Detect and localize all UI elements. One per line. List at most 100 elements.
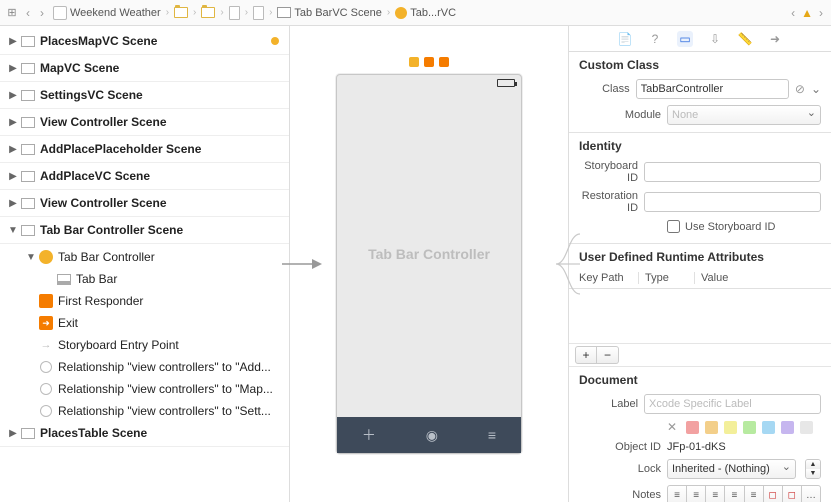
outline-row[interactable]: First Responder	[0, 290, 289, 312]
jump-next-button[interactable]: ›	[815, 6, 827, 20]
breadcrumb-item[interactable]	[198, 5, 218, 20]
object-id-value: JFp-01-dKS	[667, 441, 726, 453]
outline-row[interactable]: Relationship "view controllers" to "Sett…	[0, 400, 289, 422]
warning-icon[interactable]: ▲	[801, 6, 813, 20]
class-label: Class	[579, 83, 630, 95]
outline-row[interactable]: ▶AddPlaceVC Scene	[0, 165, 289, 187]
runtime-attrs-header: User Defined Runtime Attributes	[569, 243, 831, 268]
color-swatch[interactable]	[705, 421, 718, 434]
help-inspector-tab[interactable]: ?	[647, 31, 663, 47]
restoration-id-field[interactable]	[644, 192, 821, 212]
color-swatch[interactable]	[800, 421, 813, 434]
outline-row[interactable]: ▶AddPlacePlaceholder Scene	[0, 138, 289, 160]
vc-placeholder-title: Tab Bar Controller	[368, 246, 490, 262]
runtime-attrs-table-header: Key Path Type Value	[569, 268, 831, 289]
outline-row[interactable]: ▼Tab Bar Controller	[0, 246, 289, 268]
file-inspector-tab[interactable]: 📄	[617, 31, 633, 47]
identity-inspector-tab[interactable]: ▭	[677, 31, 693, 47]
class-dropdown-icon[interactable]: ⌄	[811, 82, 821, 96]
breadcrumb-item[interactable]	[250, 4, 267, 22]
tab-item-globe[interactable]: ◉	[426, 427, 438, 444]
notes-opt-b-button[interactable]: ◻	[783, 485, 802, 502]
storyboard-canvas[interactable]: Tab Bar Controller ＋ ◉ ≡	[290, 26, 569, 502]
outline-row[interactable]: ▶PlacesTable Scene	[0, 422, 289, 444]
disclosure-triangle-icon[interactable]: ▶	[6, 144, 20, 155]
breadcrumb-item[interactable]	[171, 5, 191, 20]
outline-row[interactable]: ▶View Controller Scene	[0, 192, 289, 214]
connections-inspector-tab[interactable]: ➜	[767, 31, 783, 47]
outline-row[interactable]: Exit	[0, 312, 289, 334]
storyboard-id-label: Storyboard ID	[579, 160, 638, 184]
outline-row[interactable]: Tab Bar	[0, 268, 289, 290]
disclosure-triangle-icon[interactable]: ▶	[6, 90, 20, 101]
color-swatch[interactable]	[762, 421, 775, 434]
color-swatch[interactable]	[781, 421, 794, 434]
use-storyboard-id-checkbox[interactable]	[667, 220, 680, 233]
tab-bar[interactable]: ＋ ◉ ≡	[337, 417, 521, 453]
notes-opt-a-button[interactable]: ◻	[764, 485, 783, 502]
lock-stepper[interactable]: ▲▼	[805, 459, 821, 479]
disclosure-triangle-icon[interactable]: ▶	[6, 198, 20, 209]
notes-align-segmented[interactable]: ≡ ≡ ≡ ≡ ≡ ◻ ◻ …	[667, 485, 821, 502]
notes-more-button[interactable]: …	[802, 485, 821, 502]
breadcrumb-separator-icon: ›	[387, 7, 390, 18]
outline-row[interactable]: ▶MapVC Scene	[0, 57, 289, 79]
outline-row[interactable]: ▶View Controller Scene	[0, 111, 289, 133]
status-bar	[337, 75, 521, 91]
class-field[interactable]	[636, 79, 789, 99]
tab-item-add[interactable]: ＋	[362, 425, 376, 445]
breadcrumb-item[interactable]	[226, 4, 243, 22]
outline-row[interactable]: ▼Tab Bar Controller Scene	[0, 219, 289, 241]
nav-back-button[interactable]: ‹	[22, 6, 34, 20]
breadcrumb-item[interactable]: Tab BarVC Scene	[274, 5, 384, 21]
breadcrumb-item[interactable]: Weekend Weather	[50, 4, 164, 22]
outline-row[interactable]: →Storyboard Entry Point	[0, 334, 289, 356]
notes-label: Notes	[579, 489, 661, 501]
align-left-button[interactable]: ≡	[667, 485, 687, 502]
doc-label-field[interactable]	[644, 394, 821, 414]
remove-runtime-attr-button[interactable]: −	[597, 346, 619, 364]
battery-icon	[497, 79, 515, 87]
object-id-label: Object ID	[579, 441, 661, 453]
size-inspector-tab[interactable]: 📏	[737, 31, 753, 47]
disclosure-triangle-icon[interactable]: ▶	[6, 36, 20, 47]
lock-select[interactable]: Inherited - (Nothing)	[667, 459, 796, 479]
disclosure-triangle-icon[interactable]: ▼	[6, 225, 20, 236]
class-clear-icon[interactable]: ⊘	[795, 82, 805, 96]
add-runtime-attr-button[interactable]: +	[575, 346, 597, 364]
device-preview[interactable]: Tab Bar Controller ＋ ◉ ≡	[336, 74, 522, 454]
list-button[interactable]: ≡	[745, 485, 764, 502]
runtime-attrs-table[interactable]	[569, 289, 831, 343]
disclosure-triangle-icon[interactable]: ▼	[24, 252, 38, 263]
storyboard-id-field[interactable]	[644, 162, 821, 182]
color-swatch[interactable]	[686, 421, 699, 434]
nav-forward-button[interactable]: ›	[36, 6, 48, 20]
attributes-inspector-tab[interactable]: ⇩	[707, 31, 723, 47]
jump-prev-button[interactable]: ‹	[787, 6, 799, 20]
disclosure-triangle-icon[interactable]: ▶	[6, 63, 20, 74]
module-select[interactable]: None	[667, 105, 821, 125]
outline-label: Relationship "view controllers" to "Sett…	[58, 404, 283, 418]
disclosure-triangle-icon[interactable]: ▶	[6, 171, 20, 182]
tab-item-menu[interactable]: ≡	[488, 427, 496, 443]
outline-label: First Responder	[58, 294, 283, 308]
color-swatch[interactable]	[724, 421, 737, 434]
breadcrumb-item[interactable]: Tab...rVC	[392, 5, 459, 21]
disclosure-triangle-icon[interactable]: ▶	[6, 428, 20, 439]
document-outline[interactable]: ▶PlacesMapVC Scene ▶MapVC Scene ▶SettingsV…	[0, 26, 290, 502]
align-justify-button[interactable]: ≡	[725, 485, 744, 502]
scene-header-dots	[409, 57, 449, 67]
outline-label: Relationship "view controllers" to "Map.…	[58, 382, 283, 396]
related-items-icon[interactable]: ⊞	[4, 5, 20, 21]
color-swatch[interactable]	[743, 421, 756, 434]
align-right-button[interactable]: ≡	[706, 485, 725, 502]
outline-row[interactable]: Relationship "view controllers" to "Map.…	[0, 378, 289, 400]
align-center-button[interactable]: ≡	[687, 485, 706, 502]
disclosure-triangle-icon[interactable]: ▶	[6, 117, 20, 128]
outline-row[interactable]: ▶SettingsVC Scene	[0, 84, 289, 106]
inspector-tab-bar: 📄 ? ▭ ⇩ 📏 ➜	[569, 26, 831, 52]
module-label: Module	[579, 109, 661, 121]
swatch-none[interactable]: ✕	[667, 421, 680, 434]
outline-row[interactable]: Relationship "view controllers" to "Add.…	[0, 356, 289, 378]
outline-row[interactable]: ▶PlacesMapVC Scene	[0, 30, 289, 52]
